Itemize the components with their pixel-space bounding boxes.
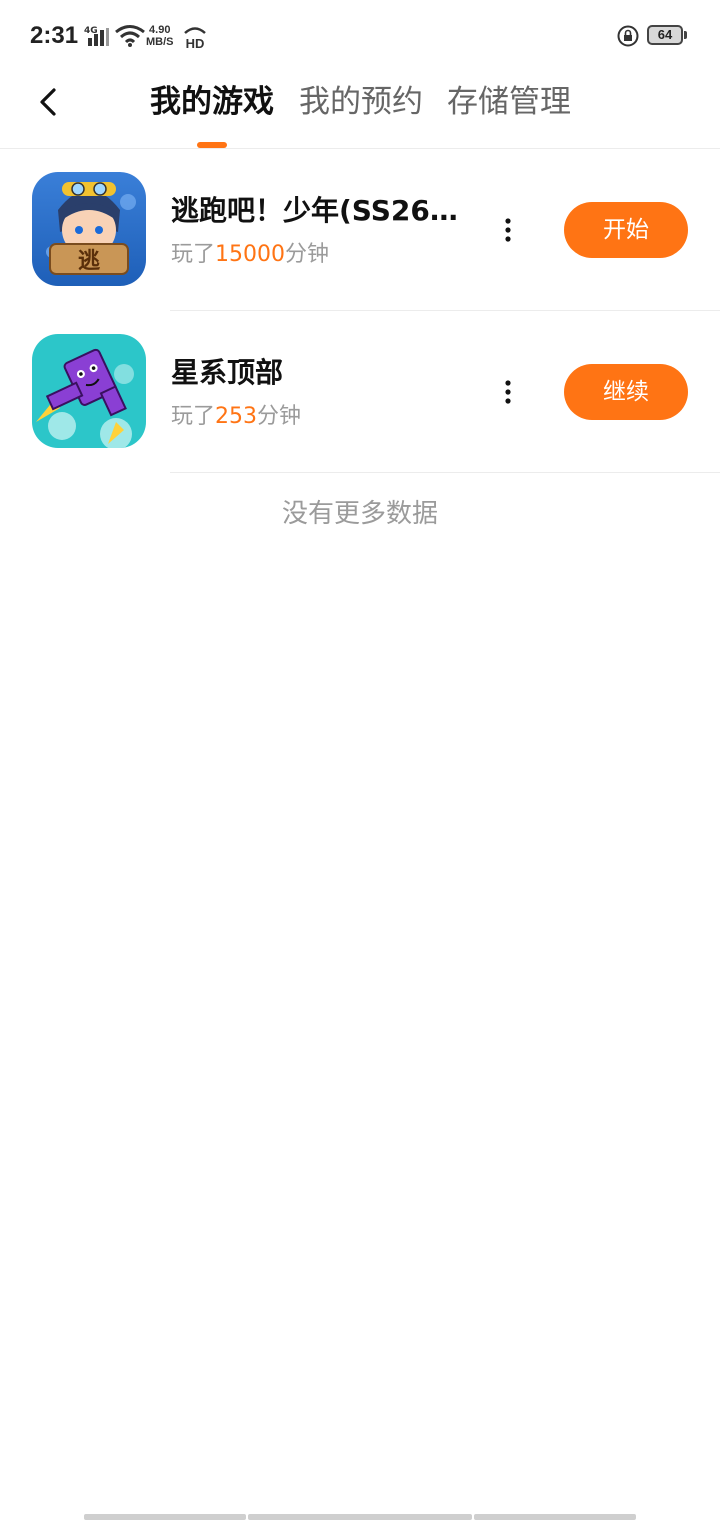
play-time-suffix: 分钟 bbox=[257, 404, 302, 429]
divider bbox=[170, 472, 720, 473]
active-tab-indicator bbox=[197, 142, 227, 148]
play-time-suffix: 分钟 bbox=[285, 242, 330, 267]
play-time-prefix: 玩了 bbox=[171, 242, 216, 267]
hd-label: HD bbox=[186, 36, 205, 50]
play-time-minutes: 15000 bbox=[215, 242, 286, 267]
battery-tip bbox=[684, 31, 687, 39]
game-list-item[interactable]: 逃 逃跑吧！少年(SS26... 玩了15000分钟 开始 bbox=[0, 149, 720, 311]
game-title: 星系顶部 bbox=[171, 356, 284, 389]
wifi-icon bbox=[115, 25, 145, 47]
play-time-prefix: 玩了 bbox=[171, 404, 216, 429]
escape-boy-game-icon[interactable]: 逃 bbox=[32, 172, 146, 286]
status-bar: 2:31 4G 4.90 MB/S HD 64 bbox=[0, 0, 720, 72]
rotation-lock-icon bbox=[617, 25, 639, 47]
speed-unit: MB/S bbox=[146, 36, 174, 48]
no-more-data-text: 没有更多数据 bbox=[281, 499, 438, 529]
play-time: 玩了15000分钟 bbox=[171, 239, 329, 271]
tab-my-reservations[interactable]: 我的预约 bbox=[299, 80, 423, 124]
play-time: 玩了253分钟 bbox=[171, 401, 301, 433]
header: 我的游戏 我的预约 存储管理 bbox=[0, 72, 720, 149]
battery-level: 64 bbox=[657, 27, 673, 42]
continue-button[interactable]: 继续 bbox=[564, 364, 688, 420]
nav-segment-center[interactable] bbox=[248, 1514, 472, 1520]
game-list-item[interactable]: 星系顶部 玩了253分钟 继续 bbox=[0, 311, 720, 473]
signal-icon bbox=[88, 28, 109, 46]
network-speed: 4.90 MB/S bbox=[146, 24, 174, 48]
game-title: 逃跑吧！少年(SS26... bbox=[171, 194, 461, 227]
nav-segment-right[interactable] bbox=[474, 1514, 636, 1520]
tab-my-games[interactable]: 我的游戏 bbox=[150, 80, 274, 124]
nav-segment-left[interactable] bbox=[84, 1514, 246, 1520]
play-time-minutes: 253 bbox=[215, 404, 258, 429]
speed-value: 4.90 bbox=[149, 24, 171, 36]
more-options-icon[interactable] bbox=[496, 377, 520, 407]
svg-text:逃: 逃 bbox=[78, 249, 101, 274]
more-options-icon[interactable] bbox=[496, 215, 520, 245]
status-time: 2:31 bbox=[30, 22, 79, 49]
tab-storage-management[interactable]: 存储管理 bbox=[447, 80, 571, 124]
start-button[interactable]: 开始 bbox=[564, 202, 688, 258]
battery-icon: 64 bbox=[647, 25, 683, 45]
hd-icon: HD bbox=[184, 27, 206, 50]
back-button[interactable] bbox=[26, 80, 70, 124]
galaxy-top-game-icon[interactable] bbox=[32, 334, 146, 448]
